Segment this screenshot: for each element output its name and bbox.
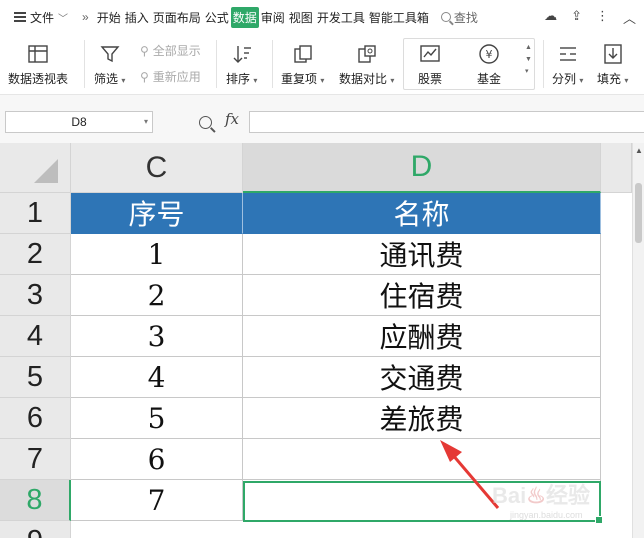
watermark-logo: Bai♨经验	[492, 483, 590, 508]
watermark-url: jingyan.baidu.com	[510, 510, 583, 520]
spreadsheet-window: 文件 ﹀ » 开始 插入 页面布局 公式 数据 审阅 视图 开发工具 智能工具箱…	[0, 0, 644, 538]
annotation-arrow	[440, 440, 500, 509]
